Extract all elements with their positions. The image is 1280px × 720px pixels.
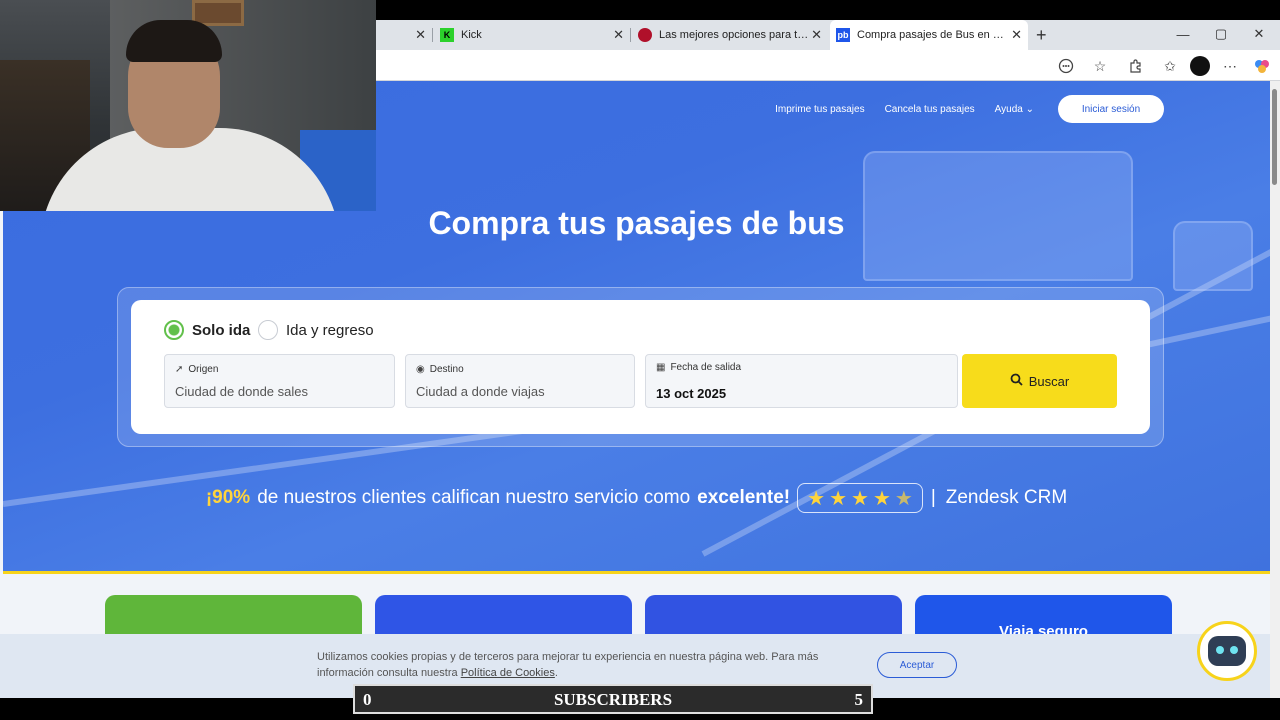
scrollbar-thumb[interactable]: [1272, 89, 1277, 185]
accept-cookies-button[interactable]: Aceptar: [877, 652, 957, 678]
robot-eye: [1216, 646, 1224, 654]
rating-stars: ★ ★ ★ ★ ★: [797, 483, 923, 513]
star-icon: ★: [872, 487, 891, 510]
rating-separator: |: [930, 487, 936, 508]
top-navigation: Imprime tus pasajes Cancela tus pasajes …: [775, 95, 1164, 123]
origin-field[interactable]: ➚ Origen Ciudad de donde sales: [164, 354, 395, 408]
origin-input[interactable]: Ciudad de donde sales: [175, 384, 308, 399]
tab-divider: [432, 28, 433, 42]
rating-banner: ¡90% de nuestros clientes califican nues…: [3, 483, 1270, 513]
new-tab-icon[interactable]: +: [1036, 25, 1047, 46]
close-icon[interactable]: ✕: [1011, 28, 1022, 42]
webcam-person-hair: [126, 20, 222, 62]
address-bar: ☆ ✩ ⋯: [376, 50, 1280, 81]
browser-tab-0[interactable]: ✕: [376, 20, 432, 50]
rating-source: Zendesk CRM: [945, 487, 1068, 508]
destination-label: ◉ Destino: [416, 364, 464, 375]
profile-avatar-icon[interactable]: [1190, 56, 1210, 76]
cookie-period: .: [554, 667, 558, 679]
robot-eye: [1230, 646, 1238, 654]
kick-favicon-icon: K: [440, 28, 454, 42]
browser-tab-viajes[interactable]: Las mejores opciones para tus via ✕: [632, 20, 828, 50]
chatbot-button[interactable]: [1197, 621, 1257, 681]
rating-percent: ¡90%: [205, 487, 251, 508]
favorites-icon[interactable]: ✩: [1160, 56, 1180, 76]
more-icon[interactable]: ⋯: [1220, 56, 1240, 76]
trip-round-radio[interactable]: Ida y regreso: [258, 320, 374, 340]
star-icon: ★: [829, 487, 847, 510]
close-icon[interactable]: ✕: [613, 28, 624, 42]
subscriber-count-right: 5: [854, 690, 864, 709]
page-scrollbar[interactable]: [1270, 81, 1280, 698]
maximize-icon[interactable]: ▢: [1202, 20, 1240, 48]
calendar-icon: ▦: [656, 362, 666, 373]
minimize-icon[interactable]: —: [1164, 20, 1202, 48]
browser-tab-bar: ✕ K Kick ✕ Las mejores opciones para tus…: [376, 20, 1280, 50]
help-menu[interactable]: Ayuda ⌄: [995, 104, 1034, 115]
tab-label: Compra pasajes de Bus en Colom: [857, 29, 1007, 41]
departure-date-field[interactable]: ▦ Fecha de salida 13 oct 2025: [645, 354, 958, 408]
tab-label: Las mejores opciones para tus via: [659, 29, 809, 41]
trip-one-way-radio[interactable]: Solo ida: [164, 320, 250, 340]
location-pin-icon: ◉: [416, 364, 425, 375]
help-label: Ayuda: [994, 103, 1023, 115]
radio-unselected-icon: [258, 320, 278, 340]
chevron-down-icon: ⌄: [1025, 103, 1034, 115]
browser-tab-kick[interactable]: K Kick ✕: [434, 20, 630, 50]
star-icon: ★: [807, 487, 826, 510]
browser-tab-pinbus[interactable]: pb Compra pasajes de Bus en Colom ✕: [830, 20, 1028, 50]
date-label-text: Fecha de salida: [670, 362, 742, 373]
print-tickets-link[interactable]: Imprime tus pasajes: [775, 104, 864, 115]
destination-field[interactable]: ◉ Destino Ciudad a donde viajas: [405, 354, 635, 408]
cookie-text: Utilizamos cookies propias y de terceros…: [317, 649, 877, 681]
origin-label: ➚ Origen: [175, 364, 218, 375]
navigation-arrow-icon: ➚: [175, 364, 184, 375]
radio-selected-icon: [164, 320, 184, 340]
tab-label: Kick: [461, 29, 482, 41]
close-icon[interactable]: ✕: [811, 28, 822, 42]
favorite-star-icon[interactable]: ☆: [1090, 56, 1110, 76]
trip-round-label: Ida y regreso: [286, 321, 374, 339]
star-icon: ★: [851, 487, 869, 510]
extensions-icon[interactable]: [1126, 56, 1146, 76]
half-star-icon: ★: [894, 487, 913, 510]
search-button-label: Buscar: [1028, 373, 1070, 389]
search-button[interactable]: Buscar: [962, 354, 1117, 408]
rating-strong: excelente!: [697, 487, 791, 508]
search-panel: Solo ida Ida y regreso ➚ Origen Ciudad d…: [117, 287, 1164, 447]
cookie-message: Utilizamos cookies propias y de terceros…: [317, 651, 819, 679]
origin-label-text: Origen: [188, 364, 219, 375]
site-favicon-icon: [638, 28, 652, 42]
subscribers-overlay: 0 SUBSCRIBERS 5: [353, 684, 873, 714]
pinbus-favicon-icon: pb: [836, 28, 850, 42]
departure-date-value[interactable]: 13 oct 2025: [656, 386, 726, 401]
subscribers-label: SUBSCRIBERS: [553, 690, 673, 709]
reading-icon[interactable]: [1056, 56, 1076, 76]
trip-one-way-label: Solo ida: [192, 321, 251, 339]
window-close-icon[interactable]: ✕: [1240, 20, 1278, 48]
login-button[interactable]: Iniciar sesión: [1058, 95, 1164, 123]
destination-input[interactable]: Ciudad a donde viajas: [416, 384, 545, 399]
search-icon: [1010, 373, 1023, 389]
rating-text: de nuestros clientes califican nuestro s…: [257, 487, 691, 508]
copilot-icon[interactable]: [1252, 56, 1272, 76]
destination-label-text: Destino: [429, 364, 464, 375]
cookie-policy-link[interactable]: Política de Cookies: [461, 667, 555, 679]
close-icon[interactable]: ✕: [415, 28, 426, 42]
search-form: Solo ida Ida y regreso ➚ Origen Ciudad d…: [131, 300, 1150, 434]
tab-divider: [630, 28, 631, 42]
robot-icon: [1208, 636, 1246, 666]
cancel-tickets-link[interactable]: Cancela tus pasajes: [885, 104, 975, 115]
webcam-overlay: [0, 0, 376, 211]
departure-date-label: ▦ Fecha de salida: [656, 362, 741, 373]
section-divider: [3, 571, 1270, 574]
